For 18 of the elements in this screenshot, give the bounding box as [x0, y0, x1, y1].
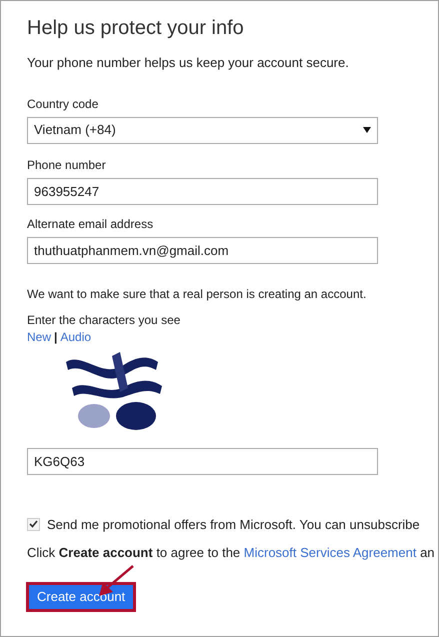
field-label: Country code — [27, 96, 98, 112]
audio-captcha-link[interactable]: Audio — [60, 328, 92, 346]
page-title: Help us protect your info — [27, 16, 244, 41]
captcha-note: We want to make sure that a real person is creating an account. — [27, 286, 367, 302]
link-separator: | — [54, 328, 58, 346]
new-captcha-link[interactable]: New — [27, 328, 52, 346]
promo-label: Send me promotional offers from Microsoft. You can unsubscribe — [47, 516, 420, 534]
field-label: Phone number — [27, 156, 106, 174]
country-select[interactable]: Vietnam (+84) — [27, 116, 378, 144]
field-label: Alternate email address — [27, 216, 154, 232]
phone-field[interactable]: 963955247 — [27, 178, 378, 204]
intro-text: Your phone number helps us keep your account secure. — [27, 54, 349, 72]
captcha-prompt: Enter the characters you see — [27, 312, 180, 328]
email-field[interactable]: thuthuatphanmem.vn@gmail.com — [27, 236, 378, 264]
services-agreement-link[interactable]: Microsoft Services Agreement — [244, 545, 416, 560]
captcha-field[interactable]: KG6Q63 — [27, 448, 378, 474]
create-account-button[interactable]: Create account — [29, 584, 134, 608]
agreement-text: Click Create account to agree to the Microsoft Services Agreement an — [27, 544, 435, 562]
